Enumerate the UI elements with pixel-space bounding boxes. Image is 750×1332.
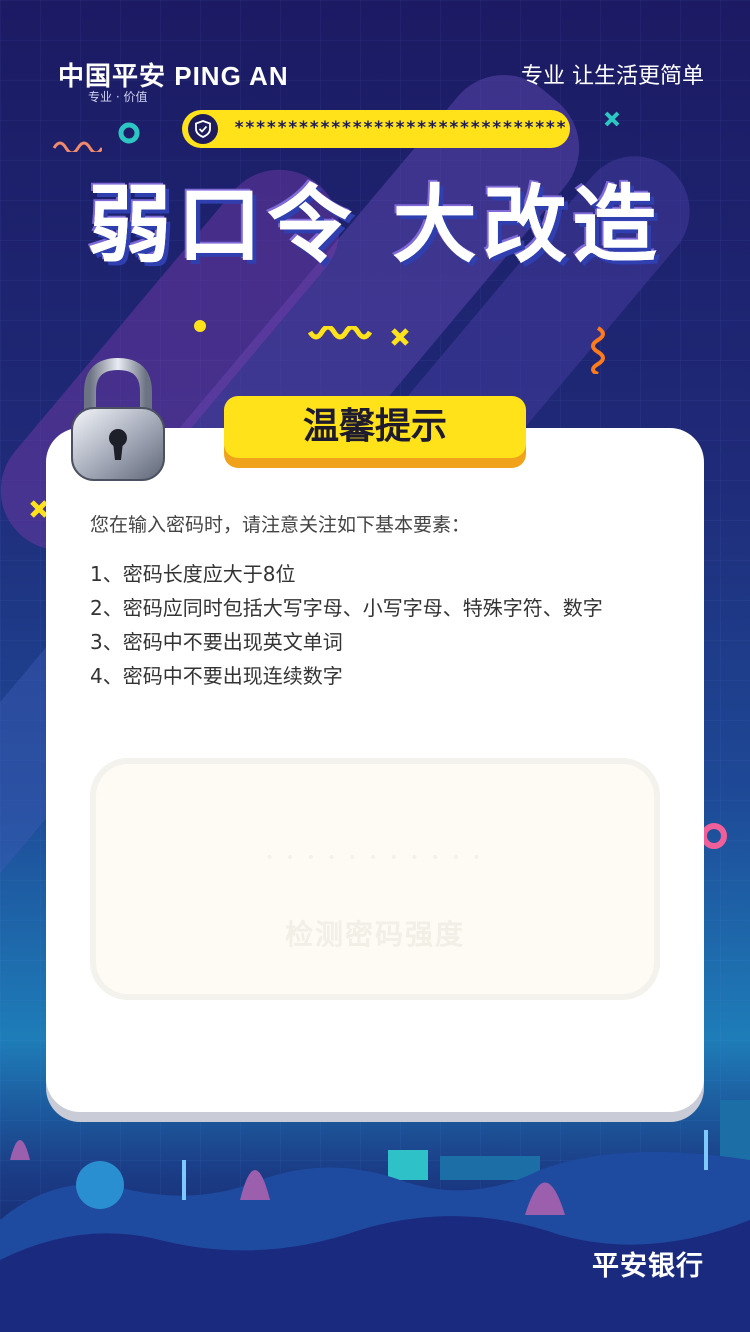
cross-decor-icon [604, 111, 620, 127]
poster-page: 中国平安 PING AN 专业 · 价值 专业 让生活更简单 *********… [0, 0, 750, 1332]
password-check-panel[interactable]: • • • • • • • • • • • 检测密码强度 [90, 758, 660, 1000]
footer-brand-logo: 平安银行 [592, 1251, 704, 1282]
shield-check-icon [188, 114, 218, 144]
rule-item: 4、密码中不要出现连续数字 [90, 664, 343, 688]
rule-item: 1、密码长度应大于8位 [90, 562, 296, 586]
cross-decor-icon [391, 328, 409, 346]
tip-intro: 您在输入密码时，请注意关注如下基本要素： [90, 514, 471, 536]
tip-card-title: 温馨提示 [224, 396, 526, 458]
slogan: 专业 让生活更简单 [521, 64, 704, 89]
check-strength-button[interactable]: 检测密码强度 [90, 913, 660, 953]
rule-item: 3、密码中不要出现英文单词 [90, 630, 343, 654]
squiggle-decor-icon [52, 141, 102, 152]
city-landscape-illustration [0, 1100, 750, 1332]
password-display-bar: ******************************* [182, 110, 570, 148]
masked-password-text: ******************************* [234, 118, 567, 138]
squiggle-vertical-decor-icon [591, 326, 605, 374]
padlock-icon [71, 357, 165, 481]
brand-logo-subtitle: 专业 · 价值 [88, 90, 148, 104]
zigzag-decor-icon [308, 326, 372, 340]
page-title: 弱口令 大改造 [87, 176, 663, 274]
password-strength-dots: • • • • • • • • • • • [265, 850, 485, 866]
ring-decor-icon [118, 122, 140, 144]
rule-item: 2、密码应同时包括大写字母、小写字母、特殊字符、数字 [90, 596, 603, 620]
dot-decor-icon [194, 320, 206, 332]
